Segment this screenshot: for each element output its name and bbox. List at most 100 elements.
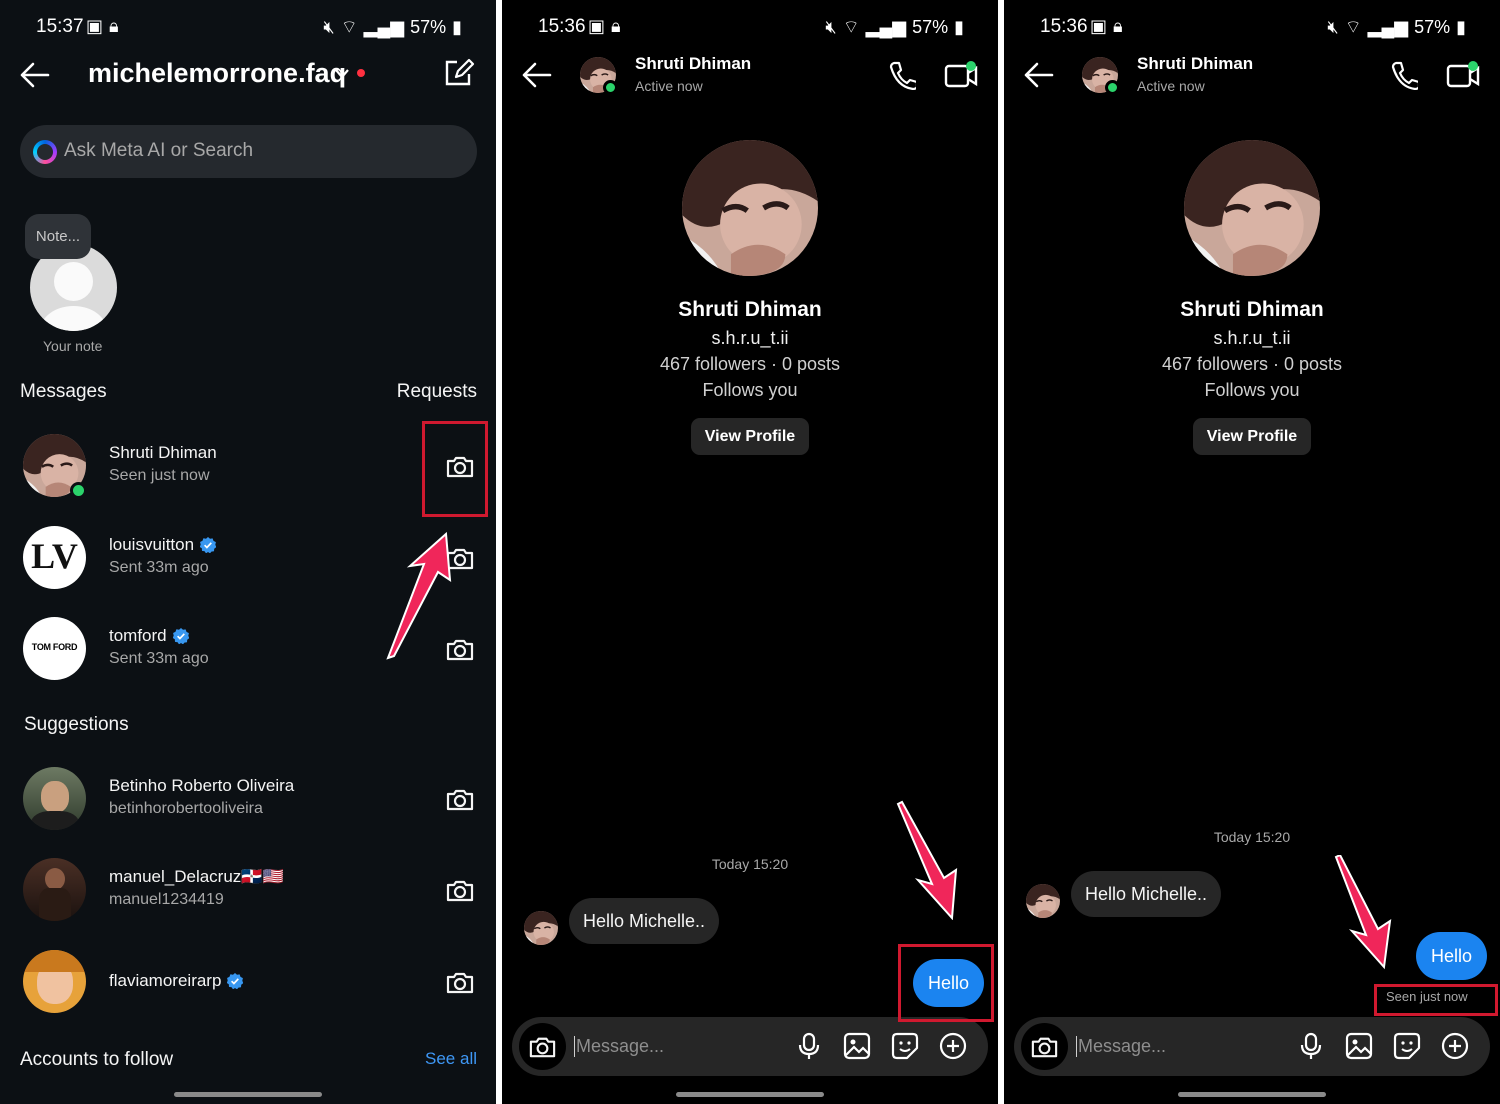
profile-username: s.h.r.u_t.ii	[1213, 328, 1291, 348]
status-left-icons: ▣ 🔒︎	[588, 16, 621, 37]
verified-badge-icon	[173, 628, 189, 644]
view-profile-button[interactable]: View Profile	[1193, 418, 1311, 455]
camera-icon[interactable]	[444, 783, 476, 815]
suggestions-header: Suggestions	[24, 714, 129, 735]
battery-text: 57%	[912, 17, 949, 37]
tomford-logo: TOM FORD	[31, 642, 78, 652]
annotation-arrow-icon	[896, 800, 958, 920]
thread-name: Shruti Dhiman	[109, 443, 217, 463]
status-time: 15:37	[36, 16, 84, 37]
follows-you-label: Follows you	[1204, 380, 1300, 400]
microphone-icon[interactable]	[1296, 1031, 1326, 1061]
suggestion-name-text: Betinho Roberto Oliveira	[109, 776, 295, 795]
home-indicator	[174, 1092, 322, 1097]
sender-avatar	[1026, 884, 1060, 918]
phone-icon[interactable]	[1390, 60, 1418, 90]
suggestion-row-betinho[interactable]: Betinho Roberto Oliveira betinhorobertoo…	[0, 767, 496, 847]
composer-camera-button[interactable]	[1021, 1023, 1068, 1070]
gallery-icon: ▣	[86, 16, 104, 36]
mute-icon: 🔇︎	[1327, 17, 1339, 37]
view-profile-button[interactable]: View Profile	[691, 418, 809, 455]
camera-icon[interactable]	[444, 874, 476, 906]
thread-status: Sent 33m ago	[109, 559, 209, 576]
incoming-message[interactable]: Hello Michelle..	[569, 898, 720, 944]
back-arrow-icon[interactable]	[1022, 60, 1056, 90]
compose-icon[interactable]	[443, 58, 475, 90]
online-indicator	[70, 482, 87, 499]
chat-contact-status: Active now	[635, 78, 703, 94]
status-left-icons: ▣ 🔒︎	[86, 16, 119, 37]
annotation-arrow-icon	[1334, 855, 1392, 970]
see-all-link[interactable]: See all	[425, 1049, 477, 1069]
suggestion-row-flavia[interactable]: flaviamoreirarp	[0, 950, 496, 1030]
wifi-icon: ⌔	[1344, 17, 1362, 37]
suggestion-username: manuel1234419	[109, 891, 224, 908]
signal-icon: ▂▄▆	[363, 17, 405, 37]
sticker-icon[interactable]	[1392, 1031, 1422, 1061]
add-icon[interactable]	[1440, 1031, 1470, 1061]
annotation-arrow-icon	[386, 531, 452, 660]
chat-contact-name[interactable]: Shruti Dhiman	[1137, 54, 1253, 74]
note-bubble[interactable]: Note...	[25, 214, 91, 259]
chat-panel-sent: 15:36 ▣ 🔒︎ 🔇︎ ⌔ ▂▄▆ 57% ▮ Shruti Dhiman Acti…	[502, 0, 998, 1104]
message-timestamp: Today 15:20	[1213, 829, 1291, 845]
thread-status: Seen just now	[109, 467, 210, 484]
meta-ai-icon	[33, 140, 57, 164]
back-arrow-icon[interactable]	[520, 60, 554, 90]
incoming-message[interactable]: Hello Michelle..	[1071, 871, 1222, 917]
your-note-label: Your note	[43, 338, 103, 354]
message-input[interactable]: Message...	[1076, 1036, 1166, 1057]
phone-icon[interactable]	[888, 60, 916, 90]
thread-name: tomford	[109, 626, 189, 646]
message-input[interactable]: Message...	[574, 1036, 664, 1057]
chat-panel-seen: 15:36 ▣ 🔒︎ 🔇︎ ⌔ ▂▄▆ 57% ▮ Shruti Dhiman Acti…	[1004, 0, 1500, 1104]
lock-icon: 🔒︎	[109, 16, 119, 36]
thread-name-text: Shruti Dhiman	[109, 443, 217, 462]
requests-link[interactable]: Requests	[397, 381, 477, 403]
home-indicator	[676, 1092, 824, 1097]
add-icon[interactable]	[938, 1031, 968, 1061]
messages-header: Messages	[20, 381, 107, 402]
follows-you-label: Follows you	[702, 380, 798, 400]
wifi-icon: ⌔	[842, 17, 860, 37]
gallery-icon: ▣	[1090, 16, 1108, 36]
video-call-icon[interactable]	[1446, 60, 1480, 90]
back-arrow-icon[interactable]	[18, 60, 52, 90]
avatar	[23, 858, 86, 921]
battery-icon: ▮	[452, 17, 462, 37]
composer-camera-button[interactable]	[519, 1023, 566, 1070]
chat-contact-name[interactable]: Shruti Dhiman	[635, 54, 751, 74]
home-indicator	[1178, 1092, 1326, 1097]
lock-icon: 🔒︎	[611, 16, 621, 36]
search-placeholder: Ask Meta AI or Search	[64, 140, 254, 161]
signal-icon: ▂▄▆	[865, 17, 907, 37]
thread-name-text: louisvuitton	[109, 535, 195, 554]
status-time: 15:36	[1040, 16, 1088, 37]
profile-avatar[interactable]	[1184, 140, 1320, 276]
signal-icon: ▂▄▆	[1367, 17, 1409, 37]
wifi-icon: ⌔	[340, 17, 358, 37]
avatar: LV	[23, 526, 86, 589]
video-call-icon[interactable]	[944, 60, 978, 90]
battery-icon: ▮	[954, 17, 964, 37]
highlight-box-camera	[422, 421, 488, 517]
profile-avatar[interactable]	[682, 140, 818, 276]
status-bar-right: 🔇︎ ⌔ ▂▄▆ 57% ▮	[323, 16, 462, 39]
account-switcher[interactable]: michelemorrone.faq	[88, 58, 346, 89]
profile-stats: 467 followers · 0 posts	[659, 354, 841, 374]
outgoing-message[interactable]: Hello	[1416, 932, 1488, 980]
microphone-icon[interactable]	[794, 1031, 824, 1061]
search-bar[interactable]: Ask Meta AI or Search	[20, 125, 477, 178]
chevron-down-icon[interactable]	[334, 68, 350, 80]
online-indicator	[603, 80, 618, 95]
profile-stats: 467 followers · 0 posts	[1161, 354, 1343, 374]
profile-username: s.h.r.u_t.ii	[711, 328, 789, 348]
gallery-icon[interactable]	[1344, 1031, 1374, 1061]
gallery-icon[interactable]	[842, 1031, 872, 1061]
camera-icon[interactable]	[444, 966, 476, 998]
battery-icon: ▮	[1456, 17, 1466, 37]
lv-logo: LV	[31, 536, 78, 576]
thread-name-text: tomford	[109, 626, 167, 645]
sticker-icon[interactable]	[890, 1031, 920, 1061]
suggestion-row-manuel[interactable]: manuel_Delacruz🇩🇴🇺🇸 manuel1234419	[0, 858, 496, 938]
